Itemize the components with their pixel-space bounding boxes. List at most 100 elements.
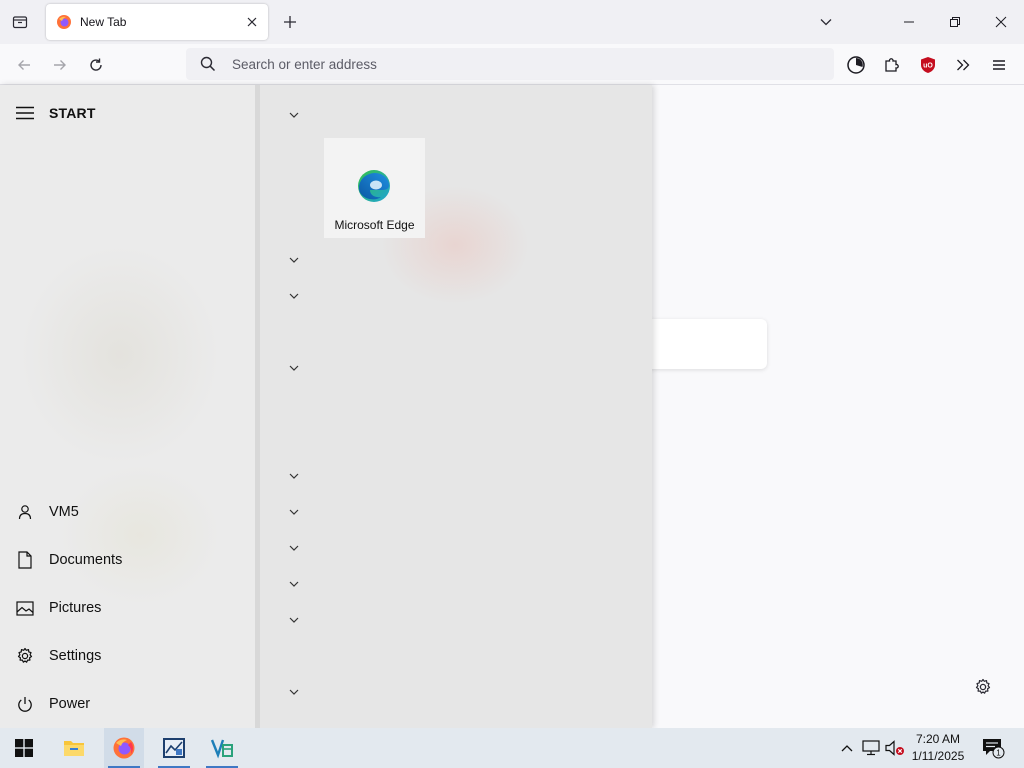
new-tab-button[interactable]: [276, 8, 304, 36]
back-button[interactable]: [9, 50, 39, 80]
chevron-down-icon: [289, 257, 299, 263]
user-icon: [16, 503, 34, 521]
group-collapse-chevron[interactable]: [286, 288, 302, 304]
sidebar-item-label: Settings: [49, 648, 102, 664]
settings-icon: [16, 647, 34, 665]
taskbar: 7:20 AM 1/11/2025 1: [0, 728, 1024, 768]
ublock-origin-button[interactable]: uO: [913, 50, 943, 80]
group-collapse-chevron[interactable]: [286, 540, 302, 556]
edge-icon: [358, 170, 390, 202]
group-collapse-chevron[interactable]: [286, 107, 302, 123]
document-icon: [16, 551, 34, 569]
new-tab-search-box[interactable]: [640, 319, 767, 369]
extensions-button[interactable]: [877, 50, 907, 80]
tile-microsoft-edge[interactable]: Microsoft Edge: [324, 138, 425, 238]
group-collapse-chevron[interactable]: [286, 360, 302, 376]
tab-title: New Tab: [80, 15, 127, 29]
taskbar-file-explorer[interactable]: [54, 728, 94, 768]
pictures-icon: [16, 599, 34, 617]
sidebar-item-label: VM5: [49, 504, 79, 520]
url-bar[interactable]: [186, 48, 834, 80]
close-icon: [247, 17, 257, 27]
taskbar-app-chart[interactable]: [154, 728, 194, 768]
notification-icon: 1: [983, 739, 1005, 759]
chevron-down-icon: [289, 293, 299, 299]
chart-app-icon: [163, 738, 185, 758]
reload-icon: [90, 58, 102, 71]
power-icon: [16, 695, 34, 713]
firefox-view-button[interactable]: [6, 8, 34, 36]
start-menu-sidebar: START VM5 Documents Pictures Settings Po…: [0, 85, 257, 728]
chevron-down-icon: [289, 112, 299, 118]
svg-text:uO: uO: [923, 63, 933, 70]
close-window-button[interactable]: [978, 0, 1024, 44]
windows-logo-icon: [15, 739, 33, 757]
clock-time: 7:20 AM: [915, 732, 961, 746]
hamburger-menu-icon: [993, 60, 1005, 70]
arrow-left-icon: [18, 60, 30, 70]
sidebar-item-user[interactable]: VM5: [0, 492, 257, 532]
chevron-down-icon: [289, 365, 299, 371]
chevron-down-icon: [289, 617, 299, 623]
sidebar-item-pictures[interactable]: Pictures: [0, 588, 257, 628]
group-collapse-chevron[interactable]: [286, 576, 302, 592]
chevron-down-icon: [289, 473, 299, 479]
tab-bar: New Tab: [0, 0, 1024, 44]
chevron-down-icon: [289, 509, 299, 515]
sidebar-item-label: Power: [49, 696, 91, 712]
group-collapse-chevron[interactable]: [286, 684, 302, 700]
list-all-tabs-button[interactable]: [812, 8, 840, 36]
group-collapse-chevron[interactable]: [286, 252, 302, 268]
restore-button[interactable]: [932, 0, 978, 44]
tab-new-tab[interactable]: New Tab: [46, 4, 268, 40]
sidebar-item-documents[interactable]: Documents: [0, 540, 257, 580]
more-tools-button[interactable]: [948, 50, 978, 80]
group-collapse-chevron[interactable]: [286, 612, 302, 628]
plus-icon: [284, 16, 296, 28]
sidebar-item-power[interactable]: Power: [0, 684, 257, 724]
taskbar-app-vs[interactable]: [202, 728, 242, 768]
double-chevron-right-icon: [957, 59, 970, 71]
reload-button[interactable]: [81, 50, 111, 80]
folder-icon: [64, 741, 84, 756]
taskbar-clock[interactable]: 7:20 AM 1/11/2025: [902, 731, 974, 765]
restore-icon: [950, 17, 960, 27]
close-icon: [995, 16, 1007, 28]
clock-date: 1/11/2025: [911, 749, 965, 763]
firefox-account-button[interactable]: [841, 50, 871, 80]
start-header-label: START: [49, 105, 96, 121]
start-button[interactable]: [4, 728, 44, 768]
network-tray-button[interactable]: [859, 736, 883, 760]
url-input[interactable]: [232, 56, 792, 72]
chevron-down-icon: [820, 19, 832, 26]
start-header[interactable]: START: [16, 105, 96, 121]
firefox-favicon-icon: [57, 15, 71, 29]
search-icon: [200, 56, 216, 72]
firefox-icon: [113, 737, 135, 759]
taskbar-firefox[interactable]: [104, 728, 144, 768]
hamburger-menu-icon: [16, 106, 34, 120]
sidebar-item-label: Documents: [49, 552, 123, 568]
show-hidden-icons-button[interactable]: [835, 736, 859, 760]
tab-close-button[interactable]: [240, 10, 264, 34]
minimize-button[interactable]: [886, 0, 932, 44]
chevron-down-icon: [289, 545, 299, 551]
start-menu-tiles-area: [260, 85, 652, 728]
chevron-down-icon: [289, 581, 299, 587]
notification-count: 1: [996, 749, 1001, 758]
gear-icon: [975, 678, 991, 694]
vs-app-icon: [210, 739, 233, 759]
start-menu: START VM5 Documents Pictures Settings Po…: [0, 85, 652, 728]
group-collapse-chevron[interactable]: [286, 504, 302, 520]
chevron-up-icon: [841, 745, 853, 752]
action-center-button[interactable]: 1: [981, 736, 1005, 760]
group-collapse-chevron[interactable]: [286, 468, 302, 484]
new-tab-settings-button[interactable]: [972, 676, 994, 698]
account-sync-icon: [847, 56, 865, 74]
app-menu-button[interactable]: [984, 50, 1014, 80]
sidebar-item-settings[interactable]: Settings: [0, 636, 257, 676]
firefox-view-icon: [12, 16, 28, 29]
sidebar-item-label: Pictures: [49, 600, 102, 616]
tile-label: Microsoft Edge: [334, 218, 415, 232]
forward-button[interactable]: [45, 50, 75, 80]
